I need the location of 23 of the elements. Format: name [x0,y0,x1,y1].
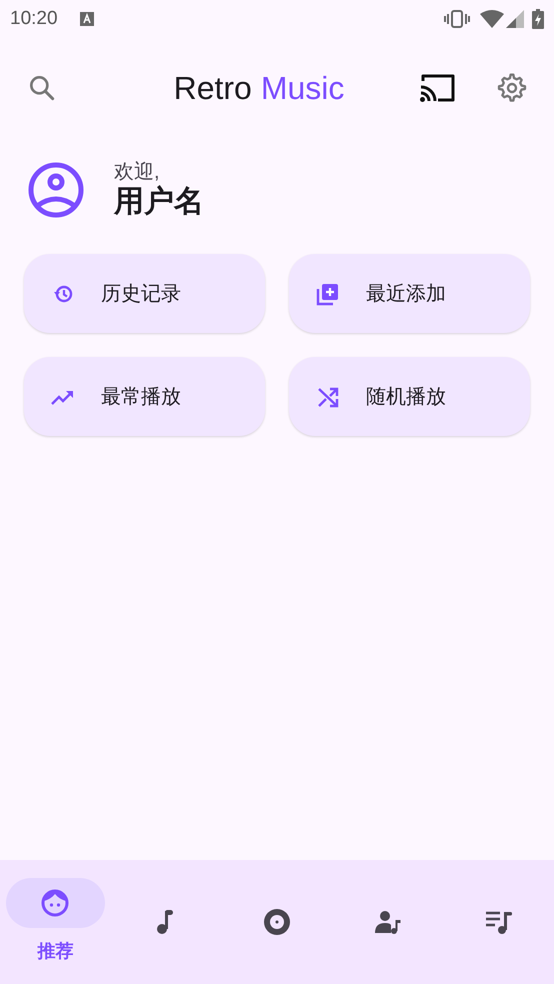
face-icon [41,889,70,917]
cast-icon[interactable] [420,73,456,103]
greeting-text: 欢迎, [114,160,161,184]
signal-icon [506,10,524,28]
shortcut-button[interactable]: 最常播放 [24,357,265,436]
nav-label: 推荐 [37,940,74,963]
shortcut-button[interactable]: 历史记录 [24,254,265,333]
shortcut-button[interactable]: 最近添加 [289,254,530,333]
artist-icon [374,908,402,936]
avatar-icon[interactable] [28,162,84,218]
add-to-library-icon [316,282,340,306]
username-text: 用户名 [114,184,204,220]
app-title: Retro [174,69,252,108]
vibrate-icon [444,10,470,28]
battery-icon [532,9,544,29]
disc-icon [262,908,291,936]
settings-icon[interactable] [496,72,528,104]
nav-tab[interactable] [6,878,105,928]
app-title-accent: Music [260,69,344,108]
status-time: 10:20 [10,6,58,31]
shortcut-button[interactable]: 随机播放 [289,357,530,436]
notification-icon [80,12,94,26]
wifi-icon [480,10,504,28]
